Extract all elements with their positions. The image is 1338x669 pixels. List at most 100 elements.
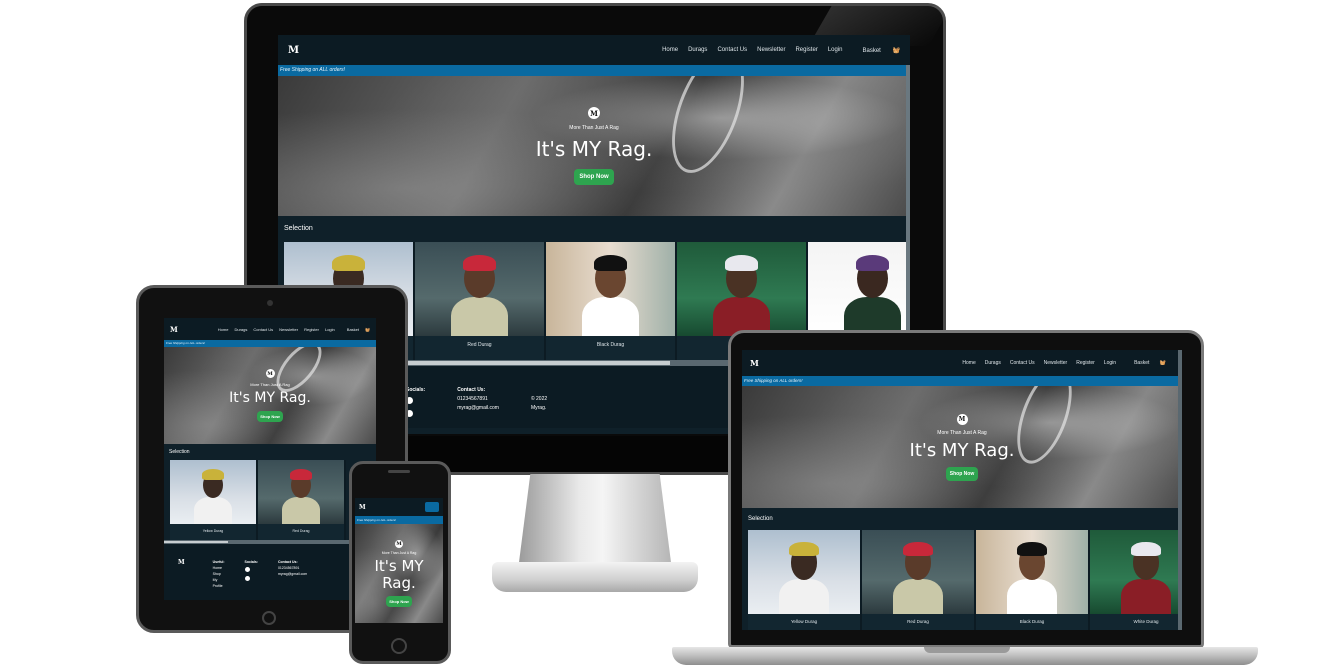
model-torso — [582, 296, 639, 336]
hero-logo-badge: M — [395, 540, 403, 548]
nav-basket[interactable]: Basket 🧺 — [1125, 360, 1166, 366]
durag — [789, 541, 819, 557]
site-logo[interactable]: M — [288, 45, 299, 56]
shop-now-button[interactable]: Shop Now — [386, 596, 412, 607]
footer-socials: Socials: — [406, 386, 425, 428]
model-torso — [194, 497, 232, 524]
product-card[interactable]: Red Durag — [862, 530, 976, 630]
product-carousel[interactable]: Yellow Durag Red Durag Black Durag White… — [742, 530, 1182, 630]
footer-copyright: © 2022 Myrag. — [531, 386, 547, 428]
hero-tagline: More Than Just A Rag — [250, 382, 290, 387]
navbar: M — [355, 498, 443, 516]
nav-home[interactable]: Home — [662, 47, 678, 54]
footer-link-profile[interactable]: Profile — [213, 583, 225, 589]
hamburger-menu-icon[interactable] — [425, 502, 439, 512]
laptop-notch — [924, 647, 1010, 653]
phone-speaker — [388, 470, 410, 473]
nav-newsletter[interactable]: Newsletter — [1044, 360, 1068, 366]
site-logo[interactable]: M — [359, 504, 366, 511]
product-carousel[interactable]: Yellow Durag Red Durag — [164, 460, 376, 540]
nav-login[interactable]: Login — [1104, 360, 1116, 366]
hero-section: M More Than Just A Rag It's MY Rag. Shop… — [278, 76, 910, 216]
hero-logo-badge: M — [588, 107, 600, 119]
footer-contact: Contact Us: 01234567891 myrag@gmail.com — [457, 386, 499, 428]
product-card[interactable]: Yellow Durag — [170, 460, 258, 540]
carousel-scrollbar[interactable] — [164, 540, 376, 544]
durag — [903, 541, 933, 557]
footer-email[interactable]: myrag@gmail.com — [457, 404, 499, 413]
footer-useful: Useful: Home Shop My Profile — [213, 559, 225, 600]
product-card[interactable]: Red Durag — [415, 242, 546, 360]
hero-headline: It's MY Rag. — [374, 557, 424, 592]
model-torso — [779, 578, 829, 614]
nav-newsletter[interactable]: Newsletter — [279, 327, 298, 332]
nav-newsletter[interactable]: Newsletter — [757, 47, 785, 54]
nav-durags[interactable]: Durags — [234, 327, 247, 332]
footer-socials-title: Socials: — [406, 387, 426, 393]
shipping-banner: Free Shipping on ALL orders! — [742, 376, 1182, 386]
nav-login[interactable]: Login — [325, 327, 335, 332]
nav-basket[interactable]: Basket 🧺 — [341, 327, 370, 332]
hero-headline: It's MY Rag. — [229, 390, 311, 406]
shop-now-button[interactable]: Shop Now — [574, 169, 614, 185]
hero-logo-badge: M — [956, 413, 968, 425]
hero-section: M More Than Just A Rag It's MY Rag. Shop… — [742, 386, 1182, 508]
nav-register[interactable]: Register — [304, 327, 319, 332]
basket-icon: 🧺 — [892, 47, 900, 54]
product-card[interactable]: Red Durag — [258, 460, 346, 540]
hero-image-ring — [657, 76, 759, 183]
nav-home[interactable]: Home — [218, 327, 229, 332]
nav-contact[interactable]: Contact Us — [717, 47, 747, 54]
shop-now-button[interactable]: Shop Now — [257, 411, 283, 422]
product-photo — [415, 242, 544, 336]
product-card[interactable]: Black Durag — [546, 242, 677, 360]
product-label: Red Durag — [292, 529, 310, 533]
product-photo — [1090, 530, 1182, 614]
product-photo — [748, 530, 860, 614]
hero-section: M More Than Just A Rag It's MY Rag. Shop… — [355, 524, 443, 623]
durag — [462, 255, 497, 272]
nav-contact[interactable]: Contact Us — [253, 327, 273, 332]
nav-links: Home Durags Contact Us Newsletter Regist… — [652, 47, 900, 54]
shipping-banner: Free Shipping on ALL orders! — [355, 516, 443, 524]
durag — [201, 468, 225, 480]
shipping-banner: Free Shipping on ALL orders! — [278, 65, 910, 76]
product-photo — [862, 530, 974, 614]
durag — [331, 255, 366, 272]
nav-basket[interactable]: Basket 🧺 — [853, 47, 901, 54]
durag — [724, 255, 759, 272]
product-card[interactable]: Black Durag — [976, 530, 1090, 630]
monitor-stand-base — [492, 562, 698, 592]
footer-contact-title: Contact Us: — [457, 387, 486, 393]
navbar: M Home Durags Contact Us Newsletter Regi… — [164, 318, 376, 340]
footer-contact: Contact Us: 01234567891 myrag@gmail.com — [278, 559, 307, 600]
nav-home[interactable]: Home — [962, 360, 975, 366]
page-scrollbar[interactable] — [1178, 350, 1182, 630]
footer-email[interactable]: myrag@gmail.com — [278, 571, 307, 577]
model-torso — [451, 296, 508, 336]
hero-headline: It's MY Rag. — [909, 439, 1015, 461]
product-label: Yellow Durag — [790, 619, 818, 624]
nav-durags[interactable]: Durags — [688, 47, 707, 54]
footer-brand: Myrag. — [530, 405, 547, 411]
nav-login[interactable]: Login — [828, 47, 843, 54]
product-label: Black Durag — [1019, 619, 1045, 624]
facebook-icon[interactable] — [244, 567, 250, 572]
site-logo[interactable]: M — [750, 358, 759, 368]
footer-logo: M — [178, 559, 185, 566]
product-photo — [677, 242, 806, 336]
product-label: Yellow Durag — [202, 529, 224, 533]
product-card[interactable]: White Durag — [1090, 530, 1182, 630]
product-photo — [546, 242, 675, 336]
nav-register[interactable]: Register — [1076, 360, 1095, 366]
github-icon[interactable] — [244, 576, 250, 581]
shop-now-button[interactable]: Shop Now — [945, 466, 979, 481]
hero-section: M More Than Just A Rag It's MY Rag. Shop… — [164, 347, 376, 444]
footer-copyright-year: © 2022 — [530, 396, 548, 402]
nav-links: Home Durags Contact Us Newsletter Regist… — [212, 327, 370, 332]
nav-durags[interactable]: Durags — [985, 360, 1001, 366]
product-card[interactable]: Yellow Durag — [748, 530, 862, 630]
nav-register[interactable]: Register — [795, 47, 817, 54]
nav-contact[interactable]: Contact Us — [1010, 360, 1035, 366]
site-logo[interactable]: M — [170, 325, 178, 334]
